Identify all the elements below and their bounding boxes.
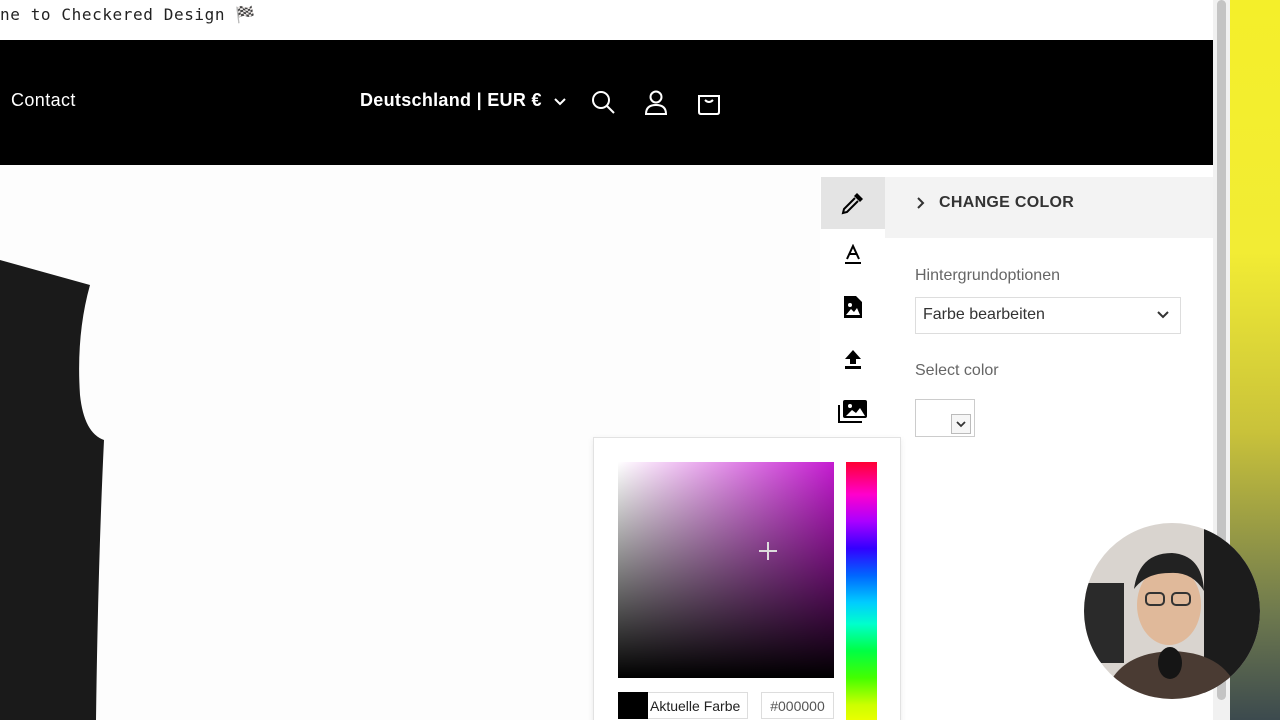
search-icon[interactable] [589,88,617,116]
hex-input[interactable]: #000000 [761,692,834,719]
color-swatch-button[interactable] [915,399,975,437]
background-options-value: Farbe bearbeiten [923,306,1045,323]
cart-icon[interactable] [695,88,723,116]
current-color-swatch [618,692,648,719]
gallery-icon [838,400,867,423]
chevron-right-icon [917,197,925,209]
tool-image[interactable] [821,281,885,333]
country-selector[interactable]: Deutschland | EUR € [360,90,542,111]
hue-slider[interactable] [846,462,877,720]
background-options-label: Hintergrundoptionen [915,267,1060,284]
tool-text[interactable] [821,229,885,281]
tool-change-color[interactable] [821,177,885,229]
announcement-text: ne to Checkered Design 🏁 [0,5,256,24]
announcement-bar: ne to Checkered Design 🏁 [0,0,1213,40]
saturation-area[interactable] [618,462,834,678]
crosshair-icon [759,542,777,560]
nav-link-contact[interactable]: Contact [11,90,76,111]
tool-gallery[interactable] [821,385,885,437]
panel-title: CHANGE COLOR [939,194,1075,211]
panel-header[interactable]: CHANGE COLOR [885,177,1213,238]
site-header: Contact Deutschland | EUR € [0,40,1213,165]
background-options-select[interactable]: Farbe bearbeiten [915,297,1181,334]
current-color-label: Aktuelle Farbe [648,692,748,719]
select-color-label: Select color [915,362,999,379]
tool-upload[interactable] [821,333,885,385]
presenter-video [1084,523,1260,699]
text-icon [845,244,861,264]
page: ne to Checkered Design 🏁 Contact Deutsch… [0,0,1280,720]
chevron-down-icon [956,420,966,427]
image-file-icon [844,296,862,318]
eyedropper-icon [841,193,863,215]
chevron-down-icon[interactable] [553,97,567,107]
tool-strip [821,177,885,437]
webcam-overlay [1084,523,1260,699]
swatch-dropdown[interactable] [951,414,971,434]
chevron-down-icon [1157,311,1169,319]
color-picker-popup: Aktuelle Farbe #000000 [593,437,901,720]
account-icon[interactable] [642,88,670,116]
upload-icon [845,350,861,369]
